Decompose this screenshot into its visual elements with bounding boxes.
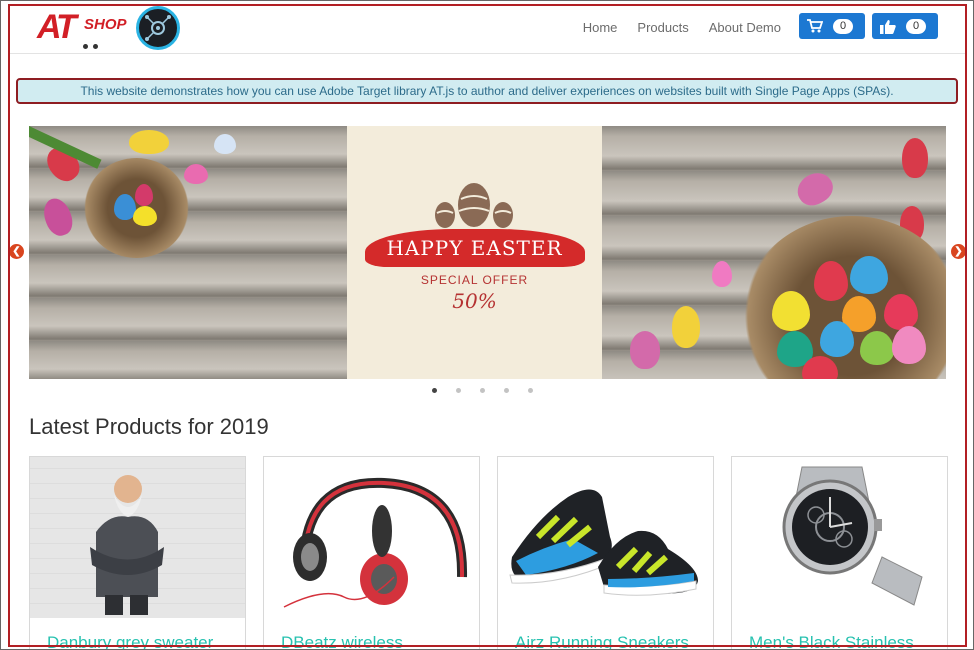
nav-link-products[interactable]: Products: [637, 20, 688, 35]
easter-eggs-icon: [435, 183, 513, 228]
app-badge-icon: [136, 6, 180, 50]
product-card[interactable]: Men's Black Stainless: [731, 456, 948, 650]
product-image: [498, 457, 713, 618]
logo-suffix: SHOP: [84, 16, 127, 33]
like-button[interactable]: 0: [872, 13, 938, 39]
product-grid: Danbury grey sweater DBeatz wireless Air…: [29, 456, 948, 650]
carousel-image-right: [602, 126, 946, 379]
carousel-indicator-dot[interactable]: [528, 388, 533, 393]
info-banner: This website demonstrates how you can us…: [16, 78, 958, 104]
carousel-indicator-dot[interactable]: [504, 388, 509, 393]
nav-links: Home Products About Demo: [583, 20, 781, 35]
product-image: [732, 457, 947, 618]
product-title[interactable]: Danbury grey sweater: [47, 633, 213, 650]
carousel-prev-arrow-icon[interactable]: ❮: [9, 244, 24, 259]
product-card[interactable]: DBeatz wireless: [263, 456, 480, 650]
nav-link-about-demo[interactable]: About Demo: [709, 20, 781, 35]
carousel-indicator-dot[interactable]: [456, 388, 461, 393]
product-title[interactable]: Men's Black Stainless: [749, 633, 914, 650]
hero-carousel[interactable]: HAPPY EASTER SPECIAL OFFER 50%: [29, 126, 946, 379]
carousel-indicator-dot[interactable]: [432, 388, 437, 393]
carousel-indicator-dot[interactable]: [480, 388, 485, 393]
product-card[interactable]: Airz Running Sneakers: [497, 456, 714, 650]
like-count-badge: 0: [906, 18, 926, 34]
thumbs-up-icon: [880, 19, 896, 34]
offer-discount: 50%: [452, 289, 497, 313]
section-title: Latest Products for 2019: [29, 414, 269, 439]
product-card[interactable]: Danbury grey sweater: [29, 456, 246, 650]
cart-count-badge: 0: [833, 18, 853, 34]
product-image: [30, 457, 245, 618]
cart-wheels-icon: [83, 36, 123, 49]
cart-icon: [807, 19, 823, 33]
offer-headline: HAPPY EASTER: [386, 236, 563, 260]
carousel-offer-panel: HAPPY EASTER SPECIAL OFFER 50%: [347, 126, 602, 379]
offer-subline: SPECIAL OFFER: [420, 273, 529, 287]
brand-logo[interactable]: AT SHOP: [37, 8, 132, 49]
nav-link-home[interactable]: Home: [583, 20, 618, 35]
navbar: AT SHOP Home Products About Demo 0 0: [10, 6, 965, 54]
product-title[interactable]: Airz Running Sneakers: [515, 633, 689, 650]
carousel-next-arrow-icon[interactable]: ❯: [951, 244, 966, 259]
logo-text: AT: [37, 8, 77, 46]
carousel-indicators: [432, 388, 533, 393]
cart-button[interactable]: 0: [799, 13, 865, 39]
carousel-image-left: [29, 126, 347, 379]
product-image: [264, 457, 479, 618]
product-title[interactable]: DBeatz wireless: [281, 633, 403, 650]
